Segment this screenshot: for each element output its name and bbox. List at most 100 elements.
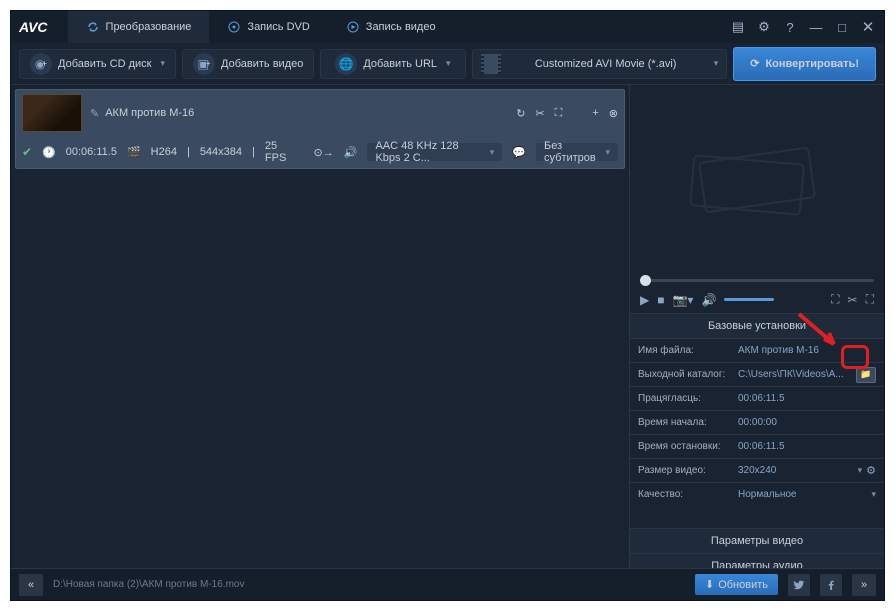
crop-icon[interactable]: ⛶ xyxy=(866,292,874,307)
tab-dvd[interactable]: Запись DVD xyxy=(209,11,327,43)
btn-label: Добавить видео xyxy=(221,58,303,70)
play-icon[interactable]: ▶ xyxy=(640,293,649,307)
seek-slider[interactable] xyxy=(630,275,884,286)
clock-icon: 🕐 xyxy=(42,146,56,159)
file-item[interactable]: ✎ АКМ против М-16 ↻ ✂ ⛶ + ⊗ ✔ 🕐 xyxy=(15,89,625,169)
app-logo: AVC xyxy=(19,19,48,35)
stop-icon[interactable]: ■ xyxy=(657,293,664,307)
add-cd-button[interactable]: ◉+ Добавить CD диск ▾ xyxy=(19,49,176,79)
output-value[interactable]: C:\Users\ПК\Videos\A... xyxy=(738,369,852,380)
refresh-icon: ⟳ xyxy=(750,57,759,70)
settings-icon[interactable]: ⚙ xyxy=(756,19,772,35)
player-controls: ▶ ■ 📷▾ 🔊 ⛶ ✂ ⛶ xyxy=(630,286,884,314)
tab-label: Преобразование xyxy=(106,21,192,33)
filmstrip-placeholder xyxy=(682,130,832,230)
twitter-icon[interactable] xyxy=(788,574,810,596)
cut-icon[interactable]: ✂ xyxy=(848,293,858,307)
remove-icon[interactable]: ⊗ xyxy=(609,107,618,120)
refresh-icon[interactable]: ↻ xyxy=(516,107,525,120)
volume-slider[interactable] xyxy=(724,298,774,301)
gear-icon[interactable]: ⚙ xyxy=(866,464,876,477)
row-stop: Время остановки: 00:06:11.5 xyxy=(630,434,884,458)
row-filename: Имя файла: АКМ против М-16 xyxy=(630,338,884,362)
preview-area xyxy=(630,85,884,275)
chevron-down-icon[interactable]: ▾ xyxy=(858,465,863,476)
tab-label: Запись DVD xyxy=(247,21,309,33)
label: Имя файла: xyxy=(638,345,738,356)
statusbar: « D:\Новая папка (2)\АКМ против М-16.mov… xyxy=(11,568,884,600)
tab-convert[interactable]: Преобразование xyxy=(68,11,210,43)
codec-text: H264 xyxy=(151,146,177,158)
subtitle-icon: 💬 xyxy=(512,146,526,159)
chevron-down-icon[interactable]: ▾ xyxy=(871,489,876,500)
fps-text: 25 FPS xyxy=(265,140,294,164)
crop-icon[interactable]: ⛶ xyxy=(555,107,563,120)
label: Обновить xyxy=(718,579,768,591)
value[interactable]: 00:00:00 xyxy=(738,417,876,428)
chevron-down-icon: ▾ xyxy=(605,147,610,158)
cut-icon[interactable]: ✂ xyxy=(535,107,544,120)
update-button[interactable]: ⬇ Обновить xyxy=(695,574,778,595)
cd-plus-icon: ◉+ xyxy=(30,53,52,75)
resolution-text: 544x384 xyxy=(200,146,242,158)
subtitle-selector[interactable]: Без субтитров ▾ xyxy=(536,143,618,161)
dvd-icon xyxy=(227,20,241,34)
menu-icon[interactable]: ▤ xyxy=(730,19,746,35)
expand-button[interactable]: » xyxy=(852,574,876,596)
audio-selector[interactable]: AAC 48 KHz 128 Kbps 2 C... ▾ xyxy=(367,143,502,161)
right-panel: ▶ ■ 📷▾ 🔊 ⛶ ✂ ⛶ Базовые установки Имя фай… xyxy=(629,85,884,568)
add-icon[interactable]: + xyxy=(592,107,598,119)
audio-params-button[interactable]: Параметры аудио xyxy=(630,553,884,568)
browse-folder-button[interactable]: 📁 xyxy=(856,367,876,383)
label: Працягласць: xyxy=(638,393,738,404)
value: 00:06:11.5 xyxy=(738,393,876,404)
facebook-icon[interactable] xyxy=(820,574,842,596)
file-list: ✎ АКМ против М-16 ↻ ✂ ⛶ + ⊗ ✔ 🕐 xyxy=(11,85,629,568)
convert-button[interactable]: ⟳ Конвертировать! xyxy=(733,47,876,81)
video-params-button[interactable]: Параметры видео xyxy=(630,528,884,553)
tab-record[interactable]: Запись видео xyxy=(328,11,454,43)
settings-title: Базовые установки xyxy=(630,314,884,338)
chevron-down-icon: ▾ xyxy=(490,147,495,158)
download-icon: ⬇ xyxy=(705,578,714,591)
duration-text: 00:06:11.5 xyxy=(66,146,117,158)
item-header: ✎ АКМ против М-16 ↻ ✂ ⛶ + ⊗ xyxy=(16,90,624,136)
titlebar: AVC Преобразование Запись DVD Запись вид… xyxy=(11,11,884,43)
record-icon xyxy=(346,20,360,34)
chevron-down-icon: ▾ xyxy=(161,58,166,69)
minimize-icon[interactable]: — xyxy=(808,19,824,35)
close-icon[interactable]: ✕ xyxy=(860,19,876,35)
check-icon[interactable]: ✔ xyxy=(22,145,32,159)
volume-icon[interactable]: 🔊 xyxy=(701,293,716,307)
maximize-icon[interactable]: □ xyxy=(834,19,850,35)
value[interactable]: 00:06:11.5 xyxy=(738,441,876,452)
add-url-button[interactable]: 🌐 Добавить URL ▾ xyxy=(320,49,465,79)
help-icon[interactable]: ? xyxy=(782,19,798,35)
item-title: АКМ против М-16 xyxy=(105,107,194,119)
label: Размер видео: xyxy=(638,465,738,476)
label: Выходной каталог: xyxy=(638,369,738,380)
label: Время начала: xyxy=(638,417,738,428)
btn-label: Конвертировать! xyxy=(765,58,859,70)
label: Качество: xyxy=(638,489,738,500)
row-quality: Качество: Нормальное ▾ xyxy=(630,482,884,506)
size-value[interactable]: 320x240 xyxy=(738,465,855,476)
app-window: AVC Преобразование Запись DVD Запись вид… xyxy=(10,10,885,601)
quality-value[interactable]: Нормальное xyxy=(738,489,868,500)
chevron-down-icon: ▾ xyxy=(446,58,451,69)
label: Время остановки: xyxy=(638,441,738,452)
window-controls: ▤ ⚙ ? — □ ✕ xyxy=(730,19,876,35)
camera-icon[interactable]: 📷▾ xyxy=(672,293,693,307)
add-video-button[interactable]: ▣+ Добавить видео xyxy=(182,49,314,79)
speaker-icon: 🔊 xyxy=(344,146,358,159)
collapse-button[interactable]: « xyxy=(19,574,43,596)
chevron-down-icon: ▾ xyxy=(714,58,719,69)
filename-value[interactable]: АКМ против М-16 xyxy=(738,345,876,356)
fullscreen-icon[interactable]: ⛶ xyxy=(831,292,839,307)
toolbar: ◉+ Добавить CD диск ▾ ▣+ Добавить видео … xyxy=(11,43,884,85)
row-duration: Працягласць: 00:06:11.5 xyxy=(630,386,884,410)
row-output: Выходной каталог: C:\Users\ПК\Videos\A..… xyxy=(630,362,884,386)
profile-selector[interactable]: Customized AVI Movie (*.avi) ▾ xyxy=(472,49,728,79)
arrow-icon: ⊙→ xyxy=(314,146,334,159)
pencil-icon[interactable]: ✎ xyxy=(90,107,99,120)
